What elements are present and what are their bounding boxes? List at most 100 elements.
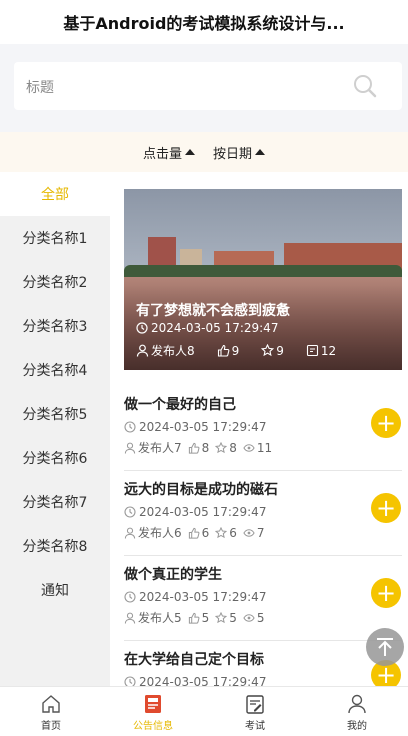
list-item[interactable]: 做一个最好的自己 2024-03-05 17:29:47 发布人7 8 8 11 <box>124 394 402 471</box>
list-item[interactable]: 做个真正的学生 2024-03-05 17:29:47 发布人5 5 5 5 <box>124 564 402 641</box>
featured-likes: 9 <box>231 343 240 358</box>
tab-label: 首页 <box>41 721 61 732</box>
article-views: 5 <box>256 610 265 625</box>
views-icon <box>306 344 319 357</box>
favorites-stat: 5 <box>215 611 237 625</box>
sidebar-item-category-7[interactable]: 分类名称7 <box>0 480 110 524</box>
sidebar-item-category-2[interactable]: 分类名称2 <box>0 260 110 304</box>
article-likes: 6 <box>201 525 210 540</box>
sidebar-item-label: 分类名称2 <box>22 275 88 291</box>
featured-views: 12 <box>320 343 337 358</box>
views-stat: 7 <box>243 526 265 540</box>
sidebar-item-label: 分类名称7 <box>22 495 88 511</box>
list-item[interactable]: 远大的目标是成功的磁石 2024-03-05 17:29:47 发布人6 6 6… <box>124 479 402 556</box>
eye-icon <box>243 527 255 539</box>
sidebar-item-all[interactable]: 全部 <box>0 172 110 216</box>
back-to-top-button[interactable] <box>366 628 404 666</box>
divider <box>124 470 402 471</box>
favorites-stat: 8 <box>215 441 237 455</box>
sidebar-item-category-4[interactable]: 分类名称4 <box>0 348 110 392</box>
divider <box>124 640 402 641</box>
eye-icon <box>243 442 255 454</box>
article-likes: 8 <box>201 440 210 455</box>
likes-stat: 8 <box>188 440 210 455</box>
add-button[interactable]: + <box>371 408 401 438</box>
tab-exam[interactable]: 考试 <box>204 687 306 736</box>
clock-icon <box>124 506 136 518</box>
sort-by-date-button[interactable]: 按日期 <box>213 143 266 162</box>
bottom-tab-bar: 首页 公告信息 考试 我的 <box>0 686 408 736</box>
article-title: 远大的目标是成功的磁石 <box>124 482 278 498</box>
sort-by-clicks-button[interactable]: 点击量 <box>143 143 195 162</box>
likes-stat: 9 <box>217 343 240 358</box>
featured-article-card[interactable]: 有了梦想就不会感到疲惫 2024-03-05 17:29:47 发布人8 9 9… <box>124 189 402 370</box>
tab-profile[interactable]: 我的 <box>306 687 408 736</box>
sidebar-item-label: 分类名称8 <box>22 539 88 555</box>
favorites-stat: 9 <box>261 344 284 358</box>
article-stats: 发布人7 8 8 11 <box>124 439 402 456</box>
sidebar-item-label: 通知 <box>41 583 69 599</box>
home-icon <box>40 693 62 715</box>
sidebar-item-category-3[interactable]: 分类名称3 <box>0 304 110 348</box>
sidebar-item-notice[interactable]: 通知 <box>0 568 110 612</box>
featured-stats: 发布人8 9 9 12 <box>136 342 358 359</box>
likes-stat: 5 <box>188 611 209 625</box>
sidebar-item-label: 分类名称6 <box>22 451 88 467</box>
article-date-text: 2024-03-05 17:29:47 <box>139 420 267 434</box>
thumbs-up-icon <box>188 527 200 539</box>
sidebar-item-category-6[interactable]: 分类名称6 <box>0 436 110 480</box>
sidebar-item-category-5[interactable]: 分类名称5 <box>0 392 110 436</box>
article-favorites: 5 <box>229 610 237 625</box>
add-button[interactable]: + <box>371 578 401 608</box>
page-title: 基于Android的考试模拟系统设计与... <box>63 14 345 33</box>
arrow-up-icon <box>377 638 393 656</box>
person-icon <box>124 442 136 454</box>
article-list: 有了梦想就不会感到疲惫 2024-03-05 17:29:47 发布人8 9 9… <box>110 172 408 686</box>
article-stats: 发布人5 5 5 5 <box>124 609 402 626</box>
article-author: 发布人5 <box>138 611 182 625</box>
person-icon <box>124 612 136 624</box>
article-date: 2024-03-05 17:29:47 <box>124 505 402 519</box>
clock-icon <box>124 421 136 433</box>
sidebar-item-category-8[interactable]: 分类名称8 <box>0 524 110 568</box>
article-title: 做一个最好的自己 <box>124 397 236 413</box>
eye-icon <box>243 612 255 624</box>
article-views: 7 <box>256 525 265 540</box>
sidebar-item-label: 分类名称4 <box>22 363 88 379</box>
article-stats: 发布人6 6 6 7 <box>124 524 402 541</box>
clock-icon <box>124 676 136 686</box>
star-icon <box>215 611 228 624</box>
thumbs-up-icon <box>217 344 230 357</box>
category-sidebar: 全部 分类名称1 分类名称2 分类名称3 分类名称4 分类名称5 分类名称6 分… <box>0 172 110 686</box>
article-views: 11 <box>256 440 273 455</box>
sidebar-item-category-1[interactable]: 分类名称1 <box>0 216 110 260</box>
clock-icon <box>124 591 136 603</box>
list-item[interactable]: 在大学给自己定个目标 2024-03-05 17:29:47 <box>124 649 402 686</box>
thumbs-up-icon <box>188 612 200 624</box>
star-icon <box>261 344 275 357</box>
add-button[interactable]: + <box>371 493 401 523</box>
tab-label: 公告信息 <box>133 721 173 732</box>
sort-bar: 点击量 按日期 <box>0 132 408 172</box>
article-date: 2024-03-05 17:29:47 <box>124 420 402 434</box>
article-favorites: 8 <box>229 440 237 455</box>
views-stat: 11 <box>243 441 272 455</box>
favorites-stat: 6 <box>215 526 237 540</box>
clock-icon <box>136 322 148 334</box>
sort-by-clicks-label: 点击量 <box>142 146 182 162</box>
search-area: 标题 <box>0 44 408 132</box>
author-stat: 发布人5 <box>124 609 182 626</box>
search-input[interactable]: 标题 <box>14 62 402 110</box>
article-title: 做个真正的学生 <box>124 567 222 583</box>
person-icon <box>124 527 136 539</box>
views-stat: 5 <box>243 611 265 625</box>
search-placeholder: 标题 <box>26 80 54 96</box>
author-stat: 发布人6 <box>124 524 182 541</box>
tab-home[interactable]: 首页 <box>0 687 102 736</box>
featured-title: 有了梦想就不会感到疲惫 <box>136 303 290 319</box>
featured-author: 发布人8 <box>151 344 195 358</box>
featured-date: 2024-03-05 17:29:47 <box>136 321 278 335</box>
sort-up-icon <box>255 149 266 155</box>
search-icon[interactable] <box>352 73 378 99</box>
tab-notices[interactable]: 公告信息 <box>102 687 204 736</box>
